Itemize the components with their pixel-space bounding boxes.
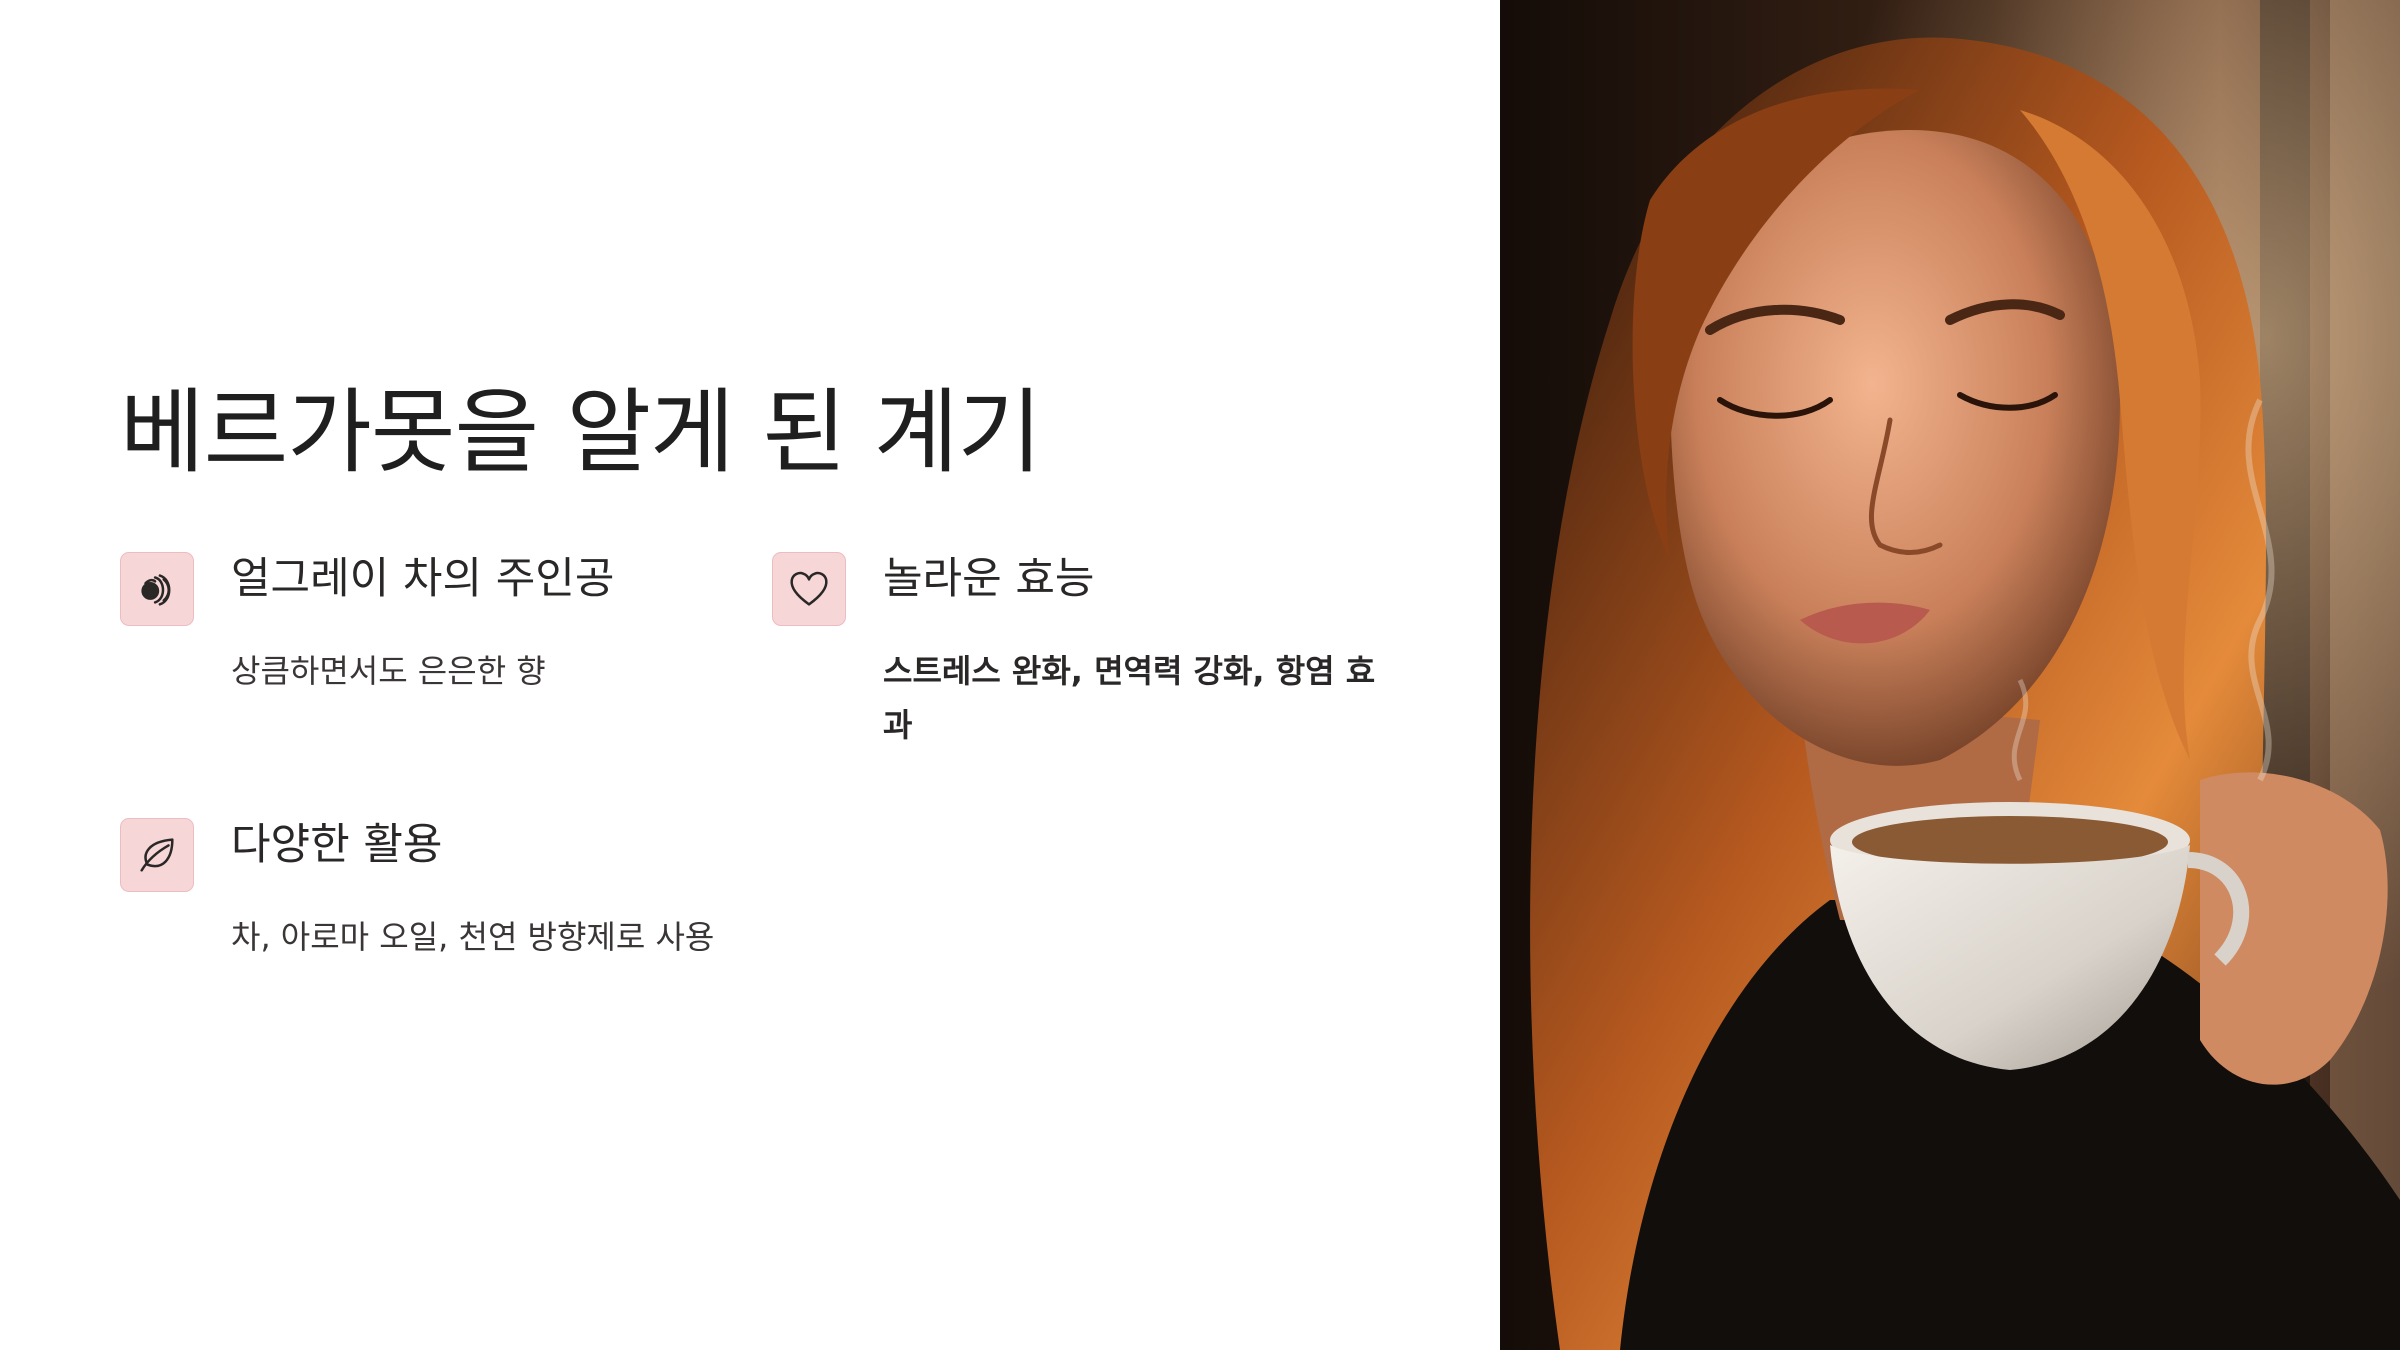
feature-description: 차, 아로마 오일, 천연 방향제로 사용 [231,918,715,956]
feature-title: 놀라운 효능 [883,554,1095,604]
content-panel: 베르가못을 알게 된 계기 얼그레이 차의 주인공 상큼하면서도 은은한 향 놀… [0,0,1500,1350]
heart-icon [772,552,846,626]
photo-woman-with-tea [1500,0,2400,1350]
feature-title: 다양한 활용 [231,820,443,870]
leaf-icon [120,818,194,892]
feature-earl-grey: 얼그레이 차의 주인공 상큼하면서도 은은한 향 [120,552,680,712]
feature-title: 얼그레이 차의 주인공 [231,554,615,604]
photo-illustration [1500,0,2400,1350]
feature-description: 스트레스 완화, 면역력 강화, 항염 효과 [883,652,1376,744]
slide-title: 베르가못을 알게 된 계기 [120,379,1042,486]
feature-uses: 다양한 활용 차, 아로마 오일, 천연 방향제로 사용 [120,818,800,978]
feature-description: 상큼하면서도 은은한 향 [231,652,546,690]
slide: 베르가못을 알게 된 계기 얼그레이 차의 주인공 상큼하면서도 은은한 향 놀… [0,0,2400,1350]
feature-benefits: 놀라운 효능 스트레스 완화, 면역력 강화, 항염 효과 [772,552,1412,752]
earl-grey-icon [120,552,194,626]
